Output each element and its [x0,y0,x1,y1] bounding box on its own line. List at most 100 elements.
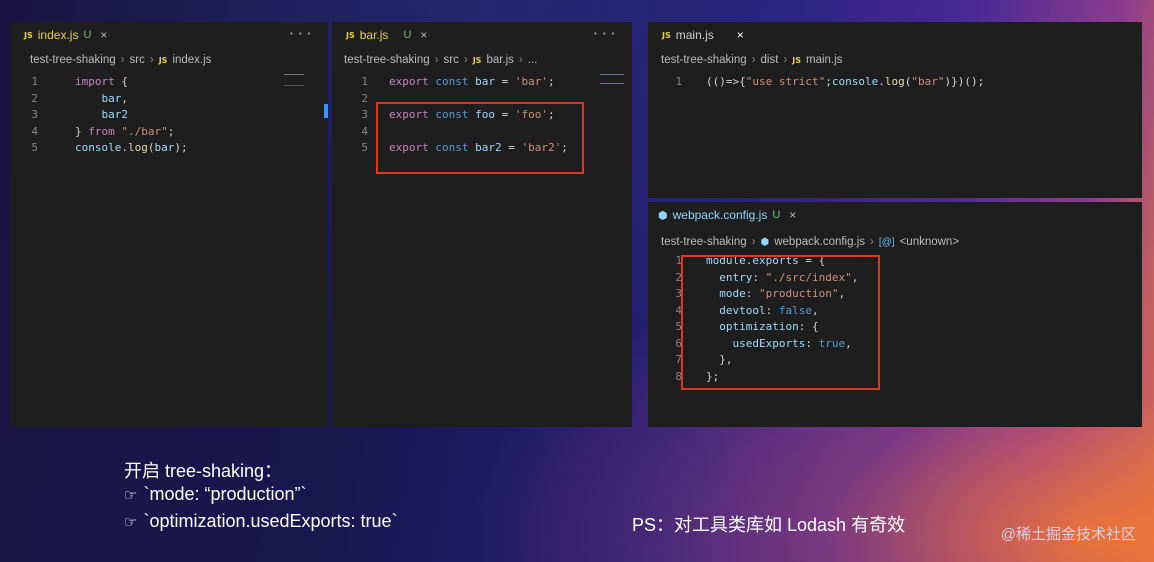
line-number: 1 [31,75,38,88]
caption-item-text: `mode: “production”` [143,484,307,504]
close-icon[interactable]: × [100,28,107,42]
chevron-right-icon: › [751,54,756,66]
tab-bar-js[interactable]: JS bar.js U × [332,22,435,48]
more-actions-icon[interactable]: ··· [592,27,618,42]
more-actions-icon[interactable]: ··· [288,27,314,42]
code-token: ; [548,75,555,88]
code-token: bar [154,141,175,154]
line-number: 5 [31,141,38,154]
code-line[interactable]: 5 console.log(bar); [10,140,328,157]
symbol-icon: [@] [878,236,895,248]
code-text: console.log(bar); [75,140,188,157]
tab-index-js[interactable]: JS index.js U × [10,22,116,48]
code-token: console [831,75,879,88]
caption-heading: 开启 tree-shaking： [124,461,283,481]
code-token: . [878,75,885,88]
code-token: } [75,124,89,138]
code-token: { [114,75,128,88]
code-token: export [389,75,429,88]
editor-panel-webpack: ⬢ webpack.config.js U × test-tree-shakin… [648,202,1142,427]
js-file-icon: JS [792,55,801,65]
breadcrumb-file[interactable]: bar.js [486,54,514,66]
code-token: const [428,75,469,88]
line-number: 4 [675,303,682,317]
breadcrumb-file[interactable]: webpack.config.js [774,236,865,248]
breadcrumb-symbol[interactable]: <unknown> [900,236,959,248]
code-token: from [88,124,115,138]
code-line[interactable]: 1 import { [10,74,328,91]
webpack-icon: ⬢ [658,209,668,222]
tab-bar: JS bar.js U × ··· [332,22,632,48]
watermark: @稀土掘金技术社区 [1000,526,1136,543]
pointing-hand-icon: ☞ [124,514,138,531]
code-text: bar, [75,91,128,108]
chevron-right-icon: › [783,54,788,66]
breadcrumb-folder[interactable]: test-tree-shaking [30,54,116,66]
untracked-badge: U [772,209,781,221]
code-token: )})(); [944,75,985,88]
close-icon[interactable]: × [789,208,796,222]
breadcrumb-folder[interactable]: test-tree-shaking [661,236,747,248]
webpack-icon: ⬢ [760,236,770,248]
line-number: 5 [675,320,682,333]
breadcrumb-folder[interactable]: test-tree-shaking [344,54,430,66]
tab-label: main.js [675,28,714,42]
breadcrumb-file[interactable]: main.js [806,54,842,66]
code-token: log [127,141,148,154]
tab-bar: JS main.js × [648,22,1142,48]
tab-webpack-config[interactable]: ⬢ webpack.config.js U × [648,202,804,228]
caption-item-text: `optimization.usedExports: true` [143,511,398,531]
line-number: 2 [361,91,368,105]
tab-label: index.js [37,28,79,42]
line-number: 3 [675,287,682,300]
code-token: log [884,75,905,88]
close-icon[interactable]: × [420,28,427,42]
code-line[interactable]: 4} from "./bar"; [10,124,328,141]
caption-item-used-exports: ☞ `optimization.usedExports: true` [124,511,398,532]
line-number: 2 [675,270,682,284]
code-token: "bar" [911,75,945,88]
code-token: = [495,75,515,88]
highlight-box [681,255,880,390]
code-line[interactable]: 2 bar, [10,91,328,108]
code-text: import { [75,74,128,91]
code-token: ; [825,75,832,88]
js-file-icon: JS [472,55,482,65]
code-text: export const bar = 'bar'; [389,74,555,91]
breadcrumb-folder[interactable]: src [444,54,459,66]
untracked-badge: U [403,29,412,41]
code-token: "./bar" [114,124,168,138]
code-token: bar [75,91,122,105]
caption-ps: PS：对工具类库如 Lodash 有奇效 [632,515,906,535]
line-number: 7 [675,353,682,366]
line-number: 1 [675,75,682,88]
code-token: import [75,75,115,88]
line-number: 1 [675,254,682,267]
code-line[interactable]: 3 bar2 [10,107,328,124]
breadcrumb-folder[interactable]: dist [761,54,779,66]
tab-main-js[interactable]: JS main.js × [648,22,752,48]
code-token: bar2 [75,108,128,121]
breadcrumb: test-tree-shaking › ⬢ webpack.config.js … [661,236,959,248]
breadcrumb-more[interactable]: ... [528,54,538,66]
code-token: 'bar' [514,75,548,88]
tab-label: webpack.config.js [672,208,768,222]
js-file-icon: JS [346,30,355,40]
code-line[interactable]: 1 export const bar = 'bar'; [332,74,632,91]
line-number: 1 [361,75,368,88]
breadcrumb-folder[interactable]: src [130,54,145,66]
breadcrumb-folder[interactable]: test-tree-shaking [661,54,747,66]
code-text: } from "./bar"; [75,124,174,141]
js-file-icon: JS [662,30,671,40]
untracked-badge: U [83,29,92,41]
code-line[interactable]: 1 (()=>{"use strict";console.log("bar")})… [648,74,1142,91]
code-text: (()=>{"use strict";console.log("bar")})(… [706,74,984,91]
code-token: bar [468,75,495,88]
close-icon[interactable]: × [737,28,744,42]
editor-panel-bar: JS bar.js U × ··· test-tree-shaking › sr… [332,22,632,427]
tab-label: bar.js [359,28,389,42]
code-token: ; [167,124,175,138]
caption-item-mode: ☞ `mode: “production”` [124,484,307,505]
chevron-right-icon: › [434,54,439,66]
breadcrumb-file[interactable]: index.js [172,54,211,66]
